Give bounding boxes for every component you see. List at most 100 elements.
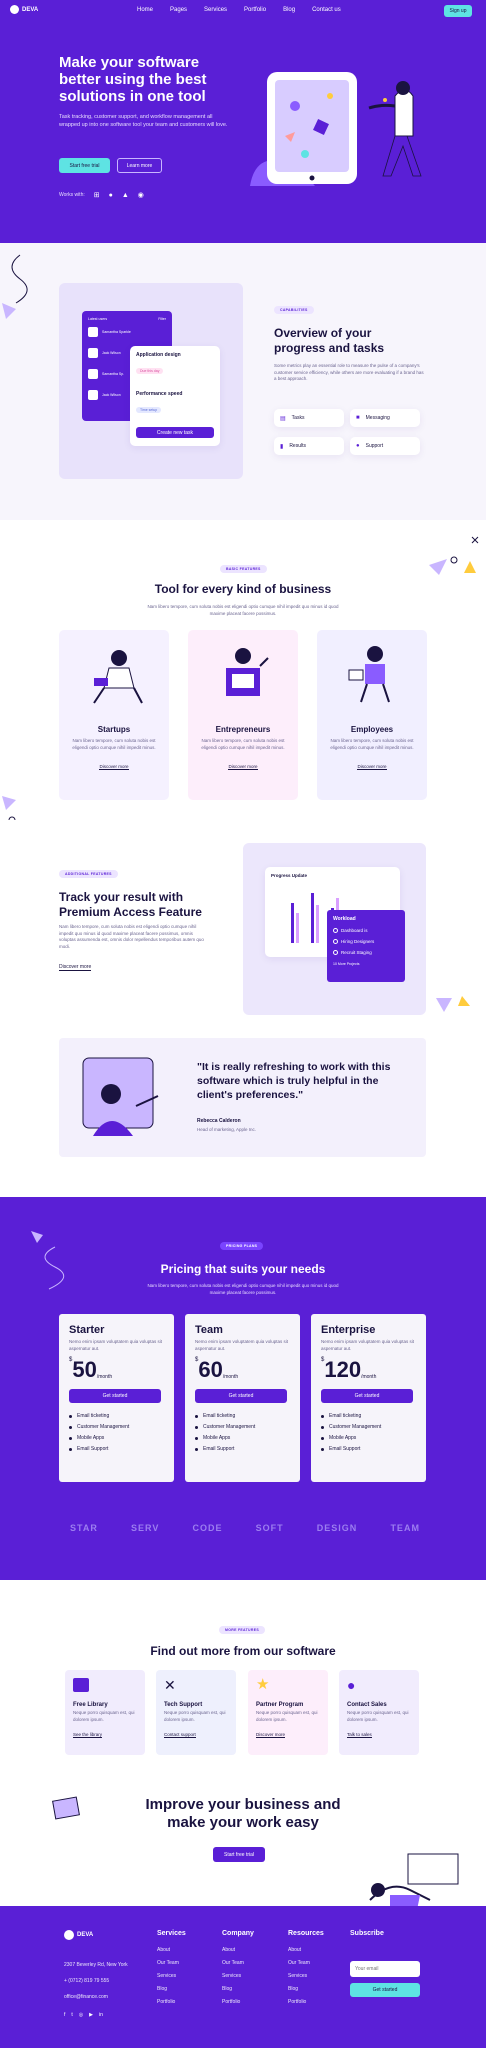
testimonial-name: Rebecca Calderon — [197, 1118, 241, 1124]
footer-address: 2307 Beverley Rd, New York — [64, 1962, 128, 1968]
feature-tasks[interactable]: ▤ Tasks — [274, 409, 344, 427]
plan-card-enterprise: Enterprise Nemo enim ipsam voluptatem qu… — [311, 1314, 426, 1482]
more-section: MORE FEATURES Find out more from our sof… — [0, 1580, 486, 1915]
footer-email[interactable]: office@finance.com — [64, 1994, 108, 2000]
tasks-card: Application design Due this day Performa… — [130, 346, 220, 446]
nav-contact[interactable]: Contact us — [312, 7, 341, 13]
logo-icon — [10, 5, 19, 14]
nav-home[interactable]: Home — [137, 7, 153, 13]
discover-more-link[interactable]: Discover more — [228, 764, 258, 770]
library-icon — [73, 1678, 89, 1692]
logo-serv: SERV — [130, 1523, 160, 1533]
testimonial-illustration — [82, 1057, 159, 1136]
feature-support[interactable]: ● Support — [350, 437, 420, 455]
more-card-library[interactable]: Free Library Neque porro quisquam est, q… — [65, 1670, 145, 1755]
brand-logo[interactable]: DEVA — [10, 5, 38, 14]
facebook-icon[interactable]: f — [64, 2012, 65, 2018]
decor-shapes — [429, 536, 479, 575]
tool-card-startups[interactable]: Startups Nam libero tempore, cum soluta … — [59, 630, 169, 800]
hero-illustration — [250, 72, 422, 186]
employees-illustration — [348, 646, 390, 703]
support-link[interactable]: Contact support — [164, 1732, 196, 1738]
avatar — [88, 327, 98, 337]
testimonial-quote: "It is really refreshing to work with th… — [197, 1061, 391, 1101]
library-link[interactable]: See the library — [73, 1732, 103, 1738]
decor-envelope — [52, 1796, 80, 1820]
subscribe-email-input[interactable] — [350, 1961, 420, 1977]
feature-results[interactable]: ▮ Results — [274, 437, 344, 455]
nav-services[interactable]: Services — [204, 7, 227, 13]
logo-soft: SOFT — [255, 1523, 284, 1533]
more-features-pill: MORE FEATURES — [219, 1626, 265, 1634]
plan-starter-button[interactable]: Get started — [69, 1389, 161, 1403]
decor-squiggle — [2, 254, 28, 319]
hero-text: Task tracking, customer support, and wor… — [59, 114, 228, 128]
radio-icon[interactable] — [333, 939, 338, 944]
capabilities-pill: CAPABILITIES — [274, 306, 314, 314]
plan-card-starter: Starter Nemo enim ipsam voluptatem quia … — [59, 1314, 174, 1482]
partner-link[interactable]: Discover more — [256, 1732, 286, 1738]
radio-icon[interactable] — [333, 928, 338, 933]
logo-team: TEAM — [390, 1523, 420, 1533]
hero-section: DEVA Home Pages Services Portfolio Blog … — [0, 0, 486, 243]
avatar — [88, 369, 98, 379]
feature-messaging[interactable]: ■ Messaging — [350, 409, 420, 427]
works-with: Works with: ⊞ ● ▲ ◉ — [59, 191, 144, 200]
tool-card-employees[interactable]: Employees Nam libero tempore, cum soluta… — [317, 630, 427, 800]
pricing-section: PRICING PLANS Pricing that suits your ne… — [0, 1197, 486, 1580]
discover-more-link[interactable]: Discover more — [99, 764, 129, 770]
subscribe-button[interactable]: Get started — [350, 1983, 420, 1997]
more-card-support[interactable]: ✕ Tech Support Neque porro quisquam est,… — [156, 1670, 236, 1755]
plan-enterprise-button[interactable]: Get started — [321, 1389, 413, 1403]
client-logos: STAR SERV CODE SOFT DESIGN TEAM — [70, 1523, 420, 1533]
create-task-button[interactable]: Create new task — [136, 427, 214, 438]
lock-icon: ■ — [356, 415, 360, 421]
instagram-icon[interactable]: ◎ — [79, 2012, 83, 2018]
radio-icon[interactable] — [333, 950, 338, 955]
pricing-pill: PRICING PLANS — [220, 1242, 264, 1250]
avatar — [88, 390, 98, 400]
additional-features-pill: ADDITIONAL FEATURES — [59, 870, 118, 878]
footer-subscribe-title: Subscribe — [350, 1930, 384, 1937]
pricing-title: Pricing that suits your needs — [160, 1262, 326, 1276]
basic-features-pill: BASIC FEATURES — [220, 565, 267, 573]
sales-link[interactable]: Talk to sales — [347, 1732, 372, 1738]
nav-pages[interactable]: Pages — [170, 7, 187, 13]
logo-code: CODE — [192, 1523, 223, 1533]
signup-button[interactable]: Sign up — [444, 5, 472, 17]
learn-more-button[interactable]: Learn more — [117, 158, 162, 173]
plan-features: Email ticketing Customer Management Mobil… — [69, 1413, 164, 1452]
twitter-icon[interactable]: t — [71, 2012, 72, 2018]
premium-section: ADDITIONAL FEATURES Track your result wi… — [0, 820, 486, 1020]
tools-title: Tool for every kind of business — [154, 582, 332, 596]
overview-title: Overview of your progress and tasks — [274, 326, 385, 355]
start-trial-button[interactable]: Start free trial — [59, 158, 110, 173]
plan-team-button[interactable]: Get started — [195, 1389, 287, 1403]
plan-card-team: Team Nemo enim ipsam voluptatem quia vol… — [185, 1314, 300, 1482]
avatar — [88, 348, 98, 358]
tool-card-entrepreneurs[interactable]: Entrepreneurs Nam libero tempore, cum so… — [188, 630, 298, 800]
nav-blog[interactable]: Blog — [283, 7, 295, 13]
more-card-partner[interactable]: ★ Partner Program Neque porro quisquam e… — [248, 1670, 328, 1755]
more-card-sales[interactable]: ● Contact Sales Neque porro quisquam est… — [339, 1670, 419, 1755]
logo-icon — [64, 1930, 74, 1940]
nav-portfolio[interactable]: Portfolio — [244, 7, 266, 13]
star-icon: ★ — [256, 1676, 270, 1693]
footer-phone: + (0712) 819 79 555 — [64, 1978, 110, 1984]
footer-col-services: Services About Our Team Services Blog Port… — [157, 1930, 186, 2005]
more-title: Find out more from our software — [150, 1644, 336, 1658]
premium-discover-link[interactable]: Discover more — [59, 964, 92, 971]
cta-button[interactable]: Start free trial — [213, 1847, 265, 1862]
discover-more-link[interactable]: Discover more — [357, 764, 387, 770]
apple-icon: ● — [108, 191, 113, 199]
footer-brand[interactable]: DEVA — [64, 1930, 93, 1940]
youtube-icon[interactable]: ▶ — [89, 2012, 93, 2018]
testimonial-section: "It is really refreshing to work with th… — [59, 1038, 426, 1157]
support-icon: ● — [356, 443, 360, 449]
footer-col-company: Company About Our Team Services Blog Portf… — [222, 1930, 254, 2005]
social-links: f t ◎ ▶ in — [64, 2012, 103, 2018]
linkedin-icon[interactable]: in — [99, 2012, 103, 2018]
hero-title: Make your software better using the best… — [59, 54, 207, 105]
chart-icon: ▮ — [280, 443, 284, 450]
tools-icon: ✕ — [164, 1677, 176, 1693]
